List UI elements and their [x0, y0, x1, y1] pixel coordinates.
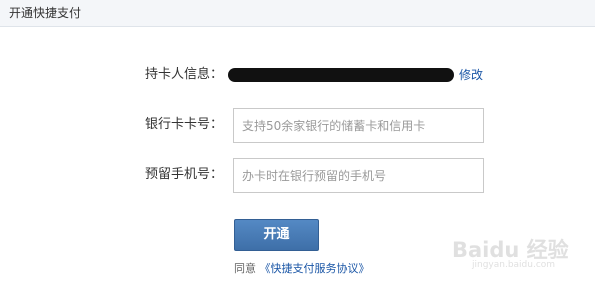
agreement-link[interactable]: 《快捷支付服务协议》	[260, 262, 370, 275]
modify-link[interactable]: 修改	[459, 68, 483, 82]
open-button[interactable]: 开通	[234, 219, 319, 251]
baidu-watermark: Baidu 经验 jingyan.baidu.com	[446, 232, 586, 276]
cardholder-label: 持卡人信息：	[145, 67, 224, 82]
phone-field-wrapper	[233, 158, 484, 193]
phone-label: 预留手机号：	[145, 167, 224, 182]
page-title: 开通快捷支付	[9, 6, 82, 20]
phone-input[interactable]	[234, 159, 483, 192]
header-bar: 开通快捷支付	[0, 0, 595, 27]
card-number-input[interactable]	[234, 109, 483, 142]
watermark-url: jingyan.baidu.com	[472, 260, 556, 270]
cardholder-info-redacted	[228, 68, 454, 82]
agreement-prefix: 同意	[234, 262, 256, 275]
agreement-line: 同意 《快捷支付服务协议》	[234, 262, 370, 276]
card-number-field-wrapper	[233, 108, 484, 143]
card-number-label: 银行卡卡号：	[145, 117, 224, 132]
